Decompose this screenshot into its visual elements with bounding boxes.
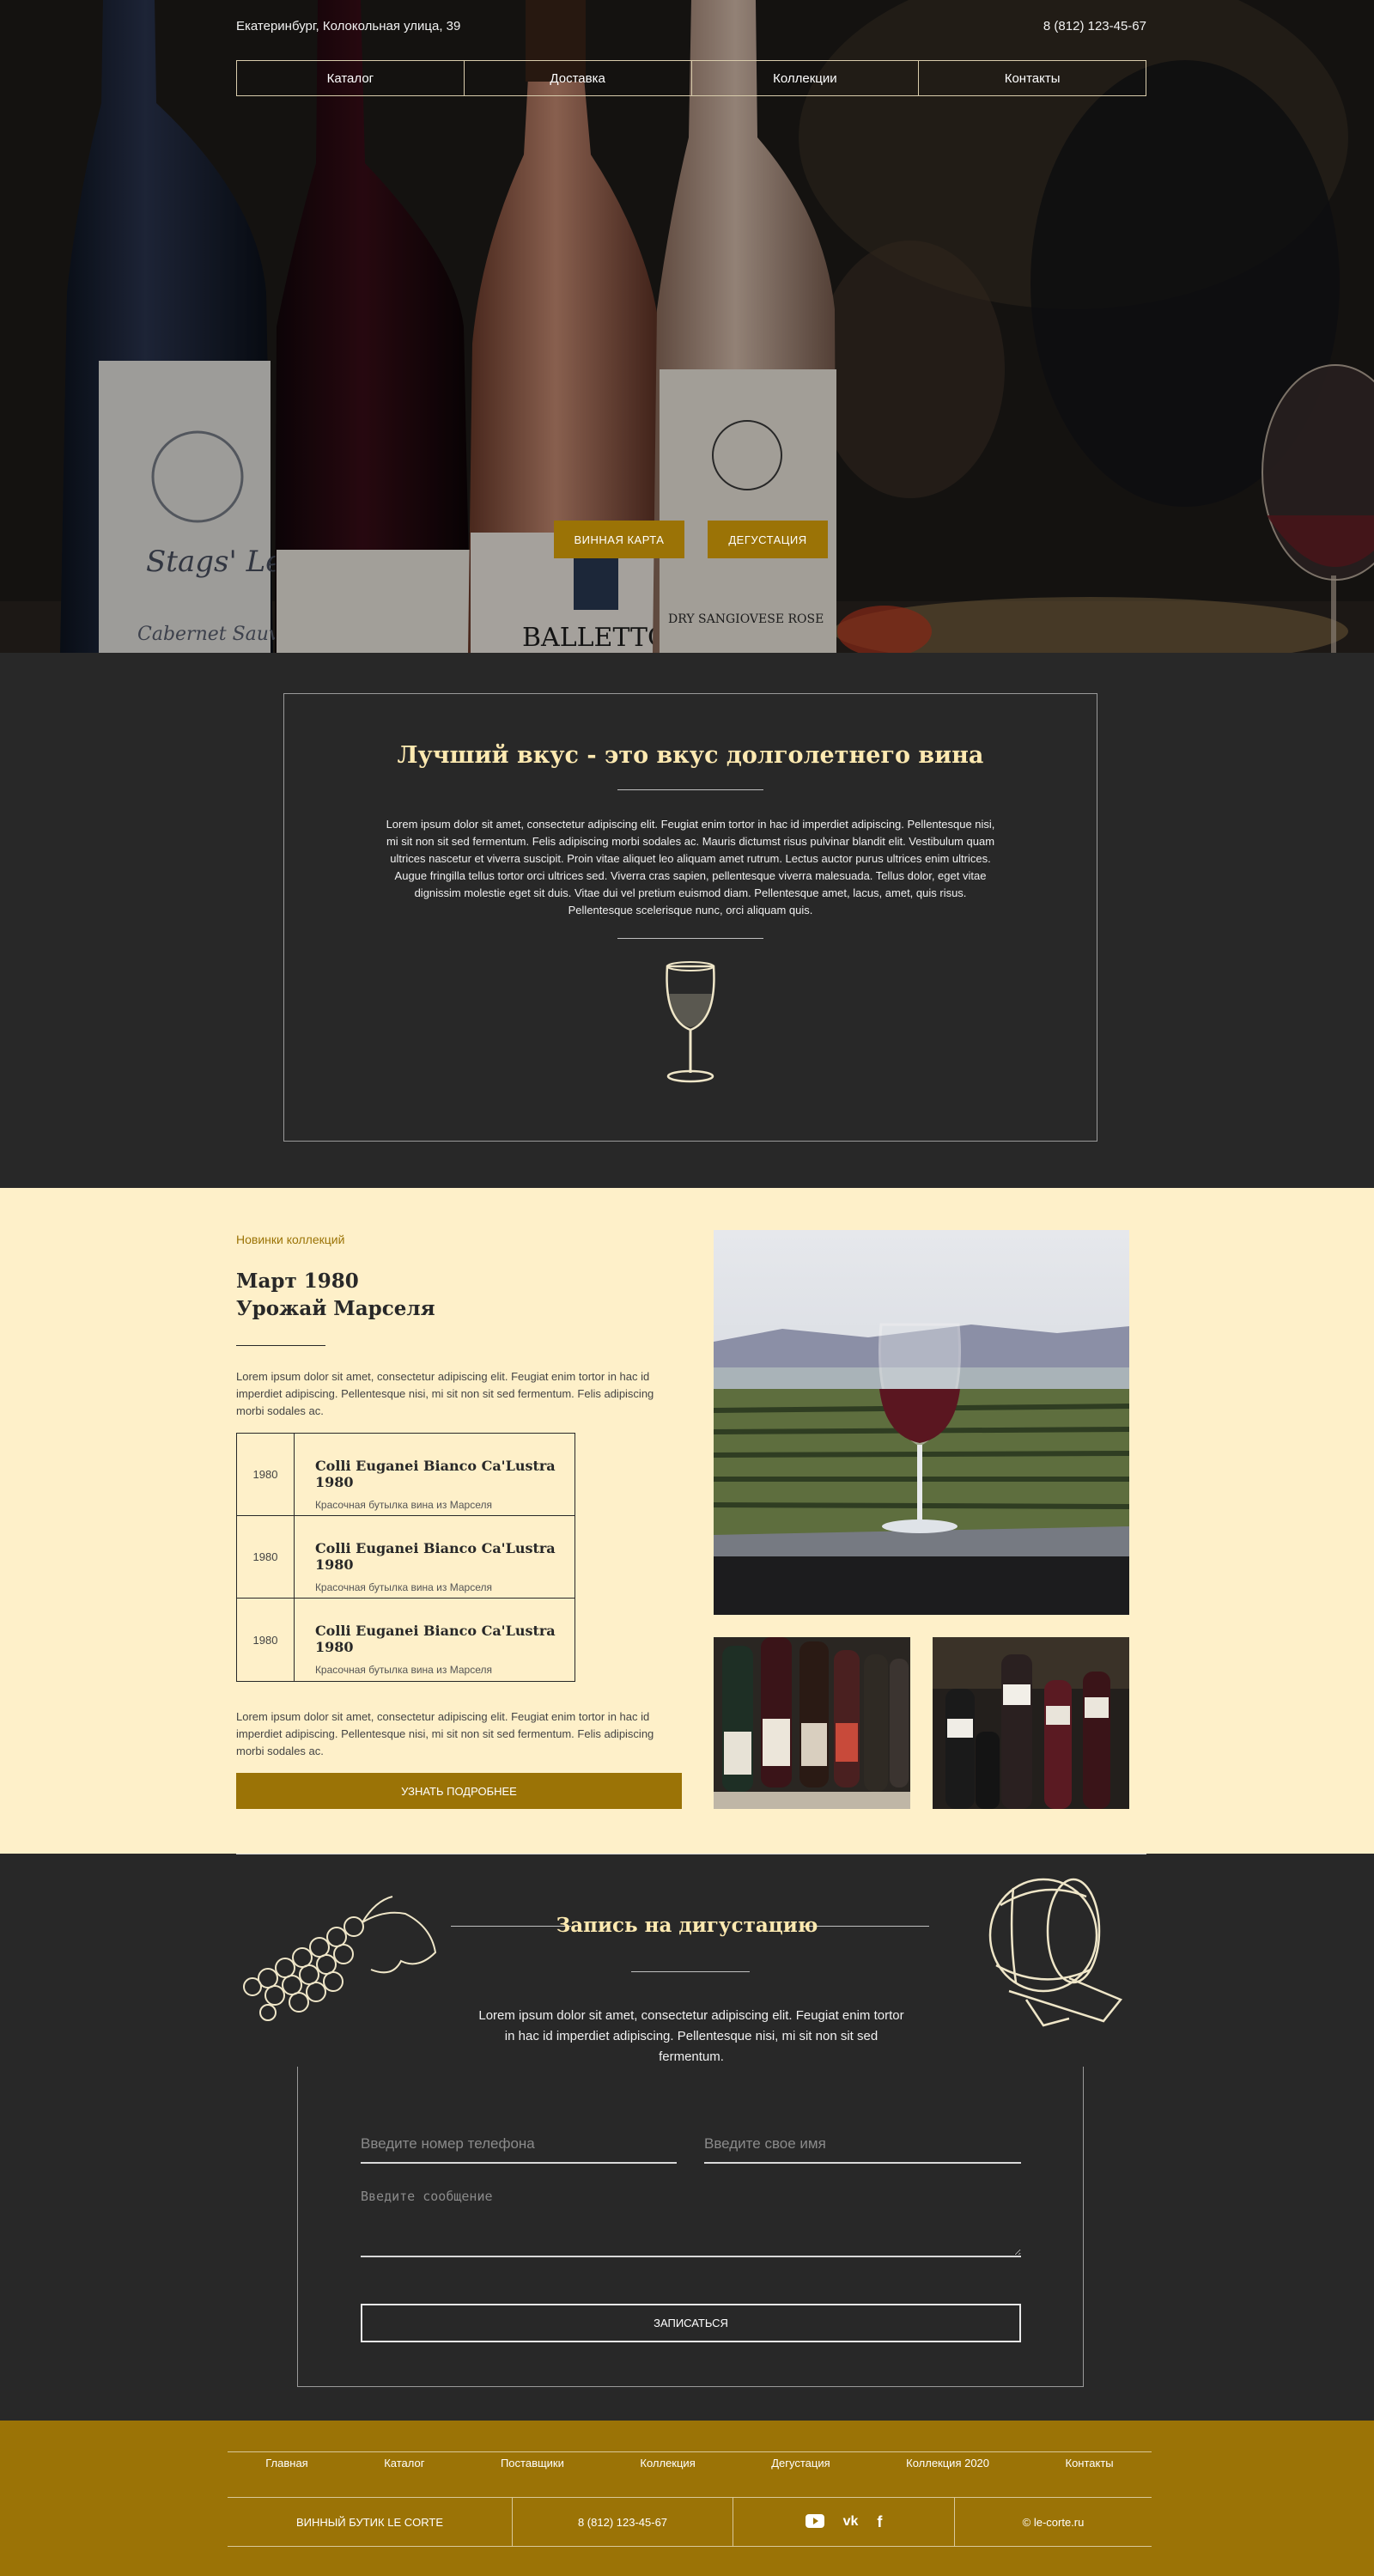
barrel-icon xyxy=(988,1878,1123,2027)
wine-row[interactable]: 1980 Colli Euganei Bianco Ca'Lustra 1980… xyxy=(237,1599,575,1681)
wine-shelf-photo-2 xyxy=(933,1637,1129,1809)
name-field[interactable] xyxy=(704,2126,1021,2164)
collection-kicker: Новинки коллекций xyxy=(236,1233,345,1246)
footer-link-suppliers[interactable]: Поставщики xyxy=(501,2457,564,2469)
tasting-button[interactable]: ДЕГУСТАЦИЯ xyxy=(708,521,828,558)
nav-collections[interactable]: Коллекции xyxy=(692,61,920,95)
nav-delivery[interactable]: Доставка xyxy=(465,61,692,95)
footer-link-home[interactable]: Главная xyxy=(265,2457,307,2469)
collection-title-line1: Март 1980 xyxy=(236,1270,359,1293)
wine-glass-icon xyxy=(284,959,1097,1093)
learn-more-button[interactable]: УЗНАТЬ ПОДРОБНЕЕ xyxy=(236,1773,682,1809)
intro-section: Лучший вкус - это вкус долголетнего вина… xyxy=(0,653,1374,1188)
wine-year: 1980 xyxy=(237,1516,295,1598)
phone-field[interactable] xyxy=(361,2126,677,2164)
vk-icon[interactable]: vk xyxy=(843,2514,859,2530)
message-field[interactable] xyxy=(361,2189,1021,2257)
collection-text-2: Lorem ipsum dolor sit amet, consectetur … xyxy=(236,1710,654,1757)
wine-year: 1980 xyxy=(237,1434,295,1515)
wine-name: Colli Euganei Bianco Ca'Lustra 1980 xyxy=(314,1623,556,1655)
wine-list: 1980 Colli Euganei Bianco Ca'Lustra 1980… xyxy=(236,1433,575,1682)
footer-copyright: © le-corte.ru xyxy=(1022,2515,1085,2529)
hero-section: Stags' Leap Cabernet Sauvignon BALLETTO … xyxy=(0,0,1374,653)
hero-bottles-photo: Stags' Leap Cabernet Sauvignon BALLETTO … xyxy=(0,0,1374,653)
collection-divider xyxy=(236,1345,325,1346)
youtube-icon[interactable] xyxy=(805,2513,824,2530)
intro-box: Лучший вкус - это вкус долголетнего вина… xyxy=(283,693,1097,1142)
grapes-icon xyxy=(243,1896,437,2021)
wine-year: 1980 xyxy=(237,1599,295,1681)
footer-info-row: ВИННЫЙ БУТИК LE CORTE 8 (812) 123-45-67 … xyxy=(228,2498,1152,2546)
nav-contacts[interactable]: Контакты xyxy=(919,61,1146,95)
intro-text: Lorem ipsum dolor sit amet, consectetur … xyxy=(386,818,995,917)
collection-text-1: Lorem ipsum dolor sit amet, consectetur … xyxy=(236,1370,654,1417)
facebook-icon[interactable]: f xyxy=(877,2513,882,2531)
tasting-title: Запись на дигустацию xyxy=(556,1914,818,1937)
tasting-text: Lorem ipsum dolor sit amet, consectetur … xyxy=(478,2008,904,2064)
intro-divider-top xyxy=(617,789,763,790)
submit-button[interactable]: ЗАПИСАТЬСЯ xyxy=(361,2304,1021,2342)
wine-row[interactable]: 1980 Colli Euganei Bianco Ca'Lustra 1980… xyxy=(237,1434,575,1516)
footer-links: Главная Каталог Поставщики Коллекция Дег… xyxy=(228,2451,1152,2474)
intro-divider-bottom xyxy=(617,938,763,939)
footer-link-tasting[interactable]: Дегустация xyxy=(771,2457,830,2469)
footer-link-collection[interactable]: Коллекция xyxy=(640,2457,695,2469)
phone-text[interactable]: 8 (812) 123-45-67 xyxy=(1043,19,1146,33)
wine-row[interactable]: 1980 Colli Euganei Bianco Ca'Lustra 1980… xyxy=(237,1516,575,1599)
collection-title: Март 1980 Урожай Марселя xyxy=(236,1268,435,1323)
footer-phone[interactable]: 8 (812) 123-45-67 xyxy=(513,2498,733,2546)
footer-brand: ВИННЫЙ БУТИК LE CORTE xyxy=(228,2498,513,2546)
intro-title: Лучший вкус - это вкус долголетнего вина xyxy=(397,742,984,769)
address-text: Екатеринбург, Колокольная улица, 39 xyxy=(236,19,461,33)
footer-social: vk f xyxy=(733,2498,955,2546)
vineyard-glass-photo xyxy=(714,1230,1129,1615)
hero-top-bar: Екатеринбург, Колокольная улица, 39 8 (8… xyxy=(236,19,1146,33)
footer-link-contacts[interactable]: Контакты xyxy=(1066,2457,1114,2469)
wine-desc: Красочная бутылка вина из Марселя xyxy=(314,1499,492,1511)
footer-link-catalog[interactable]: Каталог xyxy=(384,2457,424,2469)
footer-link-collection-2020[interactable]: Коллекция 2020 xyxy=(906,2457,989,2469)
footer-rule-bottom xyxy=(228,2546,1152,2547)
wine-desc: Красочная бутылка вина из Марселя xyxy=(314,1581,492,1593)
wine-desc: Красочная бутылка вина из Марселя xyxy=(314,1664,492,1676)
collection-section: Новинки коллекций Март 1980 Урожай Марсе… xyxy=(0,1188,1374,1854)
collection-title-line2: Урожай Марселя xyxy=(236,1297,435,1320)
wine-name: Colli Euganei Bianco Ca'Lustra 1980 xyxy=(314,1540,556,1573)
footer: Главная Каталог Поставщики Коллекция Дег… xyxy=(0,2421,1374,2576)
wine-shelf-photo-1 xyxy=(714,1637,910,1809)
main-nav: Каталог Доставка Коллекции Контакты xyxy=(236,60,1146,96)
wine-name: Colli Euganei Bianco Ca'Lustra 1980 xyxy=(314,1458,556,1490)
wine-card-button[interactable]: ВИННАЯ КАРТА xyxy=(554,521,684,558)
nav-catalog[interactable]: Каталог xyxy=(237,61,465,95)
tasting-rule-under xyxy=(631,1971,750,1972)
